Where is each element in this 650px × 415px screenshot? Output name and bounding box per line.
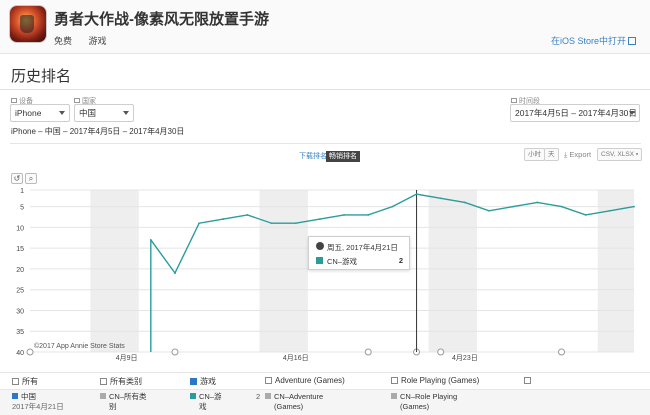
series-swatch (100, 393, 106, 399)
data-point (343, 214, 345, 216)
data-point (270, 222, 273, 225)
weekend-band (259, 190, 308, 352)
y-tick-label: 25 (16, 288, 24, 295)
legend-checkbox-all[interactable]: 所有 (12, 376, 38, 387)
data-point (584, 214, 587, 216)
range-handle (558, 348, 566, 356)
checkbox[interactable] (265, 377, 272, 384)
checkbox[interactable] (100, 378, 107, 385)
checkbox-label: Role Playing (Games) (401, 376, 480, 385)
legend-values-row (0, 389, 650, 415)
checkbox-label: Adventure (Games) (275, 376, 345, 385)
entry-line1: CN–所有类 (109, 392, 147, 401)
y-tick-label: 5 (20, 205, 24, 212)
range-handle (364, 348, 372, 356)
legend-region: 中国 2017年4月21日 (12, 392, 64, 412)
x-tick-label: 4月16日 (283, 354, 309, 362)
y-tick-label: 30 (16, 308, 24, 315)
entry-line1: CN–Role Playing (400, 392, 458, 401)
data-point (319, 218, 321, 220)
data-point (246, 214, 249, 216)
entry-line2: (Games) (400, 402, 430, 411)
legend-entry-games[interactable]: CN–游 戏 (190, 392, 222, 412)
data-point (198, 222, 201, 225)
data-point (560, 205, 563, 208)
tooltip-date: 周五, 2017年4月21日 (327, 243, 398, 252)
data-point (415, 193, 418, 196)
y-tick-label: 1 (20, 188, 24, 195)
data-point (222, 218, 225, 220)
copyright: ©2017 App Annie Store Stats (34, 343, 125, 350)
data-point (367, 214, 370, 216)
rank-chart: 15101520253035404月9日 4月16日 4月23日 (16, 188, 635, 362)
series-swatch (391, 393, 397, 399)
entry-line2: (Games) (274, 402, 304, 411)
series-swatch (265, 393, 271, 399)
entry-line1: CN–游 (199, 392, 222, 401)
range-handle (26, 348, 34, 356)
data-point (294, 222, 297, 225)
region-name: 中国 (21, 392, 36, 401)
data-point (488, 209, 490, 212)
checkbox-label: 所有 (22, 377, 38, 386)
globe-icon (316, 242, 324, 250)
legend-checkbox-role-playing[interactable]: Role Playing (Games) (391, 376, 479, 385)
legend-checkbox-adventure[interactable]: Adventure (Games) (265, 376, 345, 385)
legend-entry-adventure[interactable]: CN–Adventure (Games) (265, 392, 323, 412)
checkbox[interactable] (391, 377, 398, 384)
checkbox-checked[interactable] (190, 378, 197, 385)
x-tick-label: 4月9日 (116, 354, 138, 362)
data-point (439, 197, 442, 200)
legend-entry-all-categories[interactable]: CN–所有类 别 (100, 392, 147, 412)
data-point (536, 201, 539, 204)
data-point (608, 209, 611, 212)
data-point (512, 205, 515, 208)
checkbox[interactable] (12, 378, 19, 385)
y-tick-label: 20 (16, 267, 24, 274)
legend-checkbox-all-categories[interactable]: 所有类别 (100, 376, 142, 387)
region-date: 2017年4月21日 (12, 402, 64, 411)
y-tick-label: 35 (16, 329, 24, 336)
data-point (633, 205, 635, 208)
x-tick-label: 4月23日 (452, 354, 478, 362)
data-point (391, 205, 394, 208)
range-handle (437, 348, 445, 356)
legend-entry-role-playing[interactable]: CN–Role Playing (Games) (391, 392, 457, 412)
series-swatch (316, 257, 323, 264)
y-tick-label: 40 (16, 350, 24, 357)
weekend-band (90, 190, 139, 352)
range-handle (171, 348, 179, 356)
entry-line2: 别 (109, 402, 117, 411)
y-tick-label: 15 (16, 246, 24, 253)
chart-tooltip: 周五, 2017年4月21日 CN–游戏 2 (308, 236, 410, 270)
data-point (174, 272, 176, 274)
checkbox[interactable] (524, 377, 531, 384)
legend-checkbox-games[interactable]: 游戏 (190, 376, 216, 387)
weekend-band (597, 190, 634, 352)
data-point (463, 201, 466, 204)
tooltip-value: 2 (398, 256, 403, 265)
entry-line1: CN–Adventure (274, 392, 324, 401)
y-tick-label: 10 (16, 225, 24, 232)
series-swatch (190, 393, 196, 399)
legend-entry-games-value: 2 (256, 392, 261, 401)
checkbox-label: 所有类别 (110, 377, 142, 386)
weekend-band (428, 190, 477, 352)
legend-checkbox-extra[interactable] (524, 376, 534, 385)
checkbox-label: 游戏 (200, 377, 216, 386)
region-swatch (12, 393, 18, 399)
tooltip-series: CN–游戏 (327, 257, 358, 266)
entry-line2: 戏 (199, 402, 207, 411)
data-point (149, 238, 152, 241)
